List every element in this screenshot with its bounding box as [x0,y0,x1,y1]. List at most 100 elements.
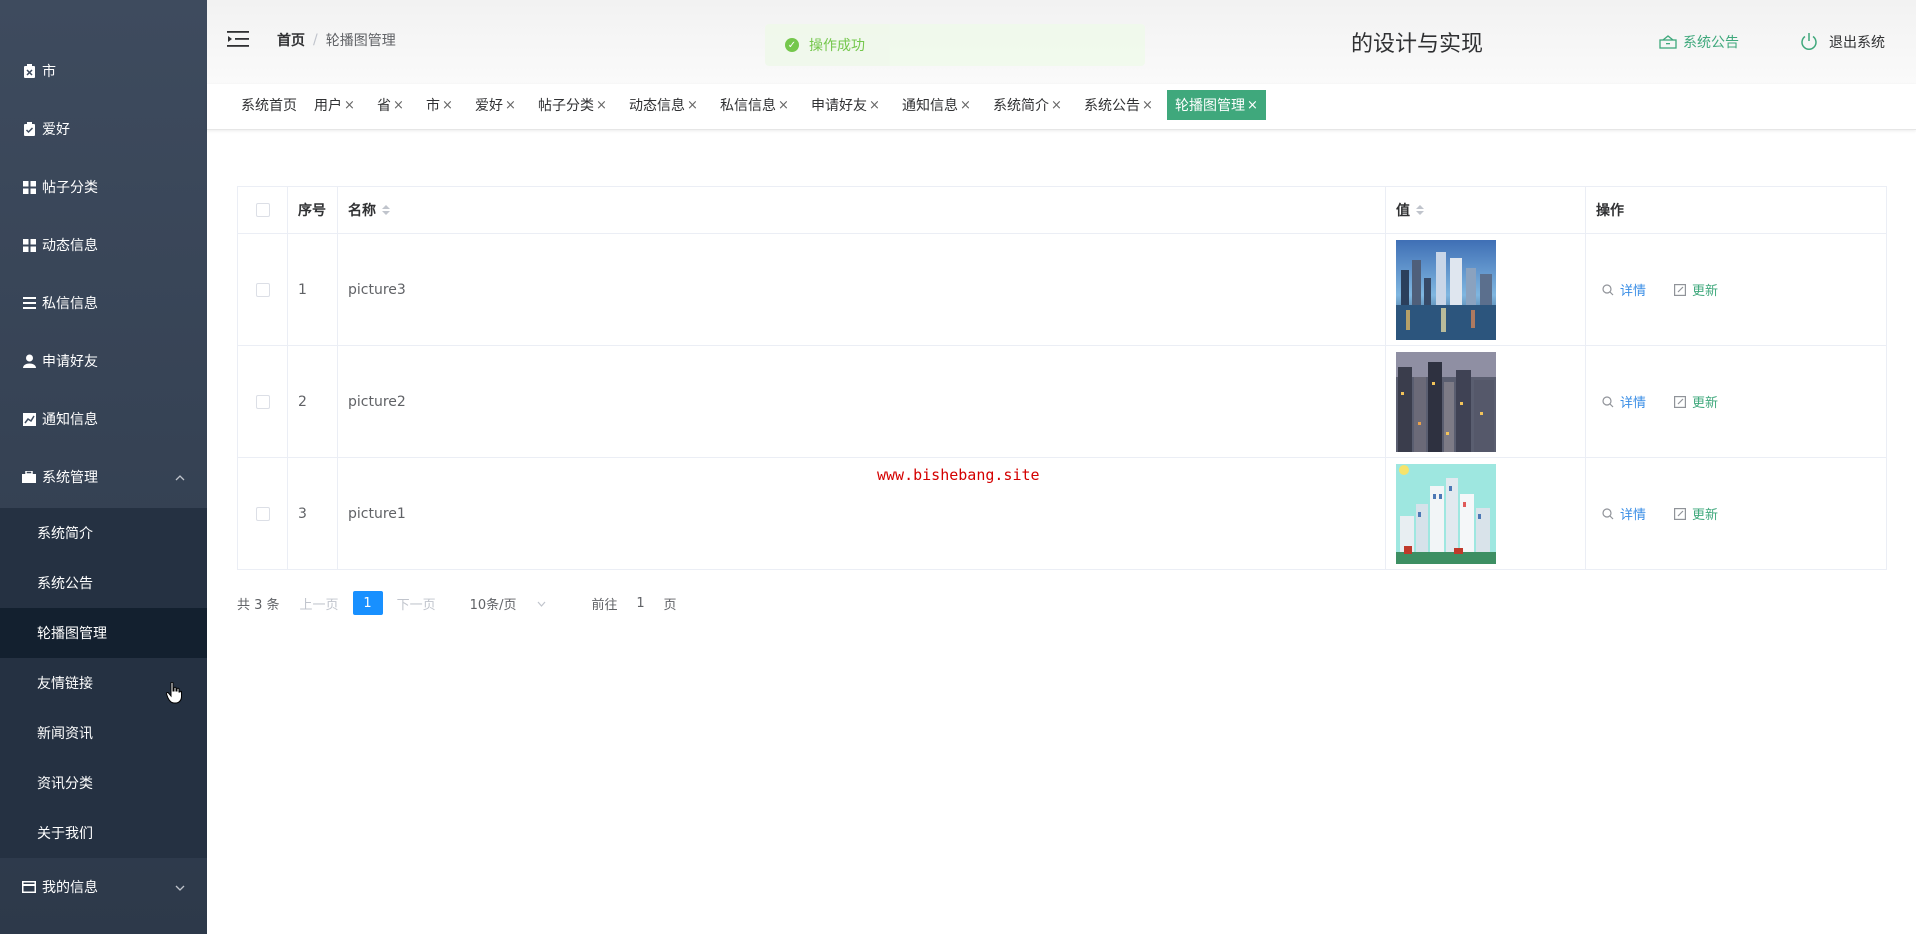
notice-icon [1659,35,1677,49]
check-circle-icon: ✓ [785,38,799,52]
sidebar-item-moments[interactable]: 动态信息 [0,216,207,274]
row-checkbox[interactable] [255,506,270,521]
close-icon[interactable]: × [1247,98,1258,113]
update-button[interactable]: 更新 [1674,504,1718,523]
sidebar-item-label: 市 [42,64,56,80]
carousel-thumbnail[interactable] [1396,351,1496,452]
sidebar-item-label: 我的信息 [42,880,98,896]
edit-icon [1674,507,1687,520]
sidebar-item-my-info[interactable]: 我的信息 [0,858,207,916]
update-button[interactable]: 更新 [1674,392,1718,411]
tag-hobby[interactable]: 爱好 × [471,90,520,120]
page-size-select[interactable]: 10条/页 [470,594,546,613]
next-page-button[interactable]: 下一页 [397,594,436,613]
success-toast: ✓ 操作成功 [765,24,1145,66]
select-all-checkbox[interactable] [255,203,270,217]
row-index: 2 [288,346,338,457]
tag-label: 爱好 [475,98,503,114]
close-icon[interactable]: × [960,98,971,113]
row-actions: 详情 更新 [1586,458,1888,569]
sidebar-item-label: 私信信息 [42,296,98,312]
close-icon[interactable]: × [1142,98,1153,113]
tag-system-notice[interactable]: 系统公告 × [1080,90,1157,120]
tag-private-messages[interactable]: 私信信息 × [716,90,793,120]
table-header: 序号 名称 值 操作 [238,187,1886,234]
row-value [1386,458,1586,569]
row-name: picture2 [338,346,1386,457]
sort-icon[interactable] [382,205,390,215]
row-checkbox[interactable] [255,394,270,409]
system-notice-link[interactable]: 系统公告 [1659,32,1739,52]
sidebar-item-city[interactable]: 市 [0,42,207,100]
submenu-item-system-notice[interactable]: 系统公告 [0,558,207,608]
grid-icon [22,238,36,252]
sidebar-item-private-messages[interactable]: 私信信息 [0,274,207,332]
tag-home[interactable]: 系统首页 [237,90,301,120]
system-notice-label: 系统公告 [1683,35,1739,51]
table-row: 1 picture3 详情 更新 [238,234,1886,346]
sort-icon[interactable] [1416,205,1424,215]
submenu-item-carousel-management[interactable]: 轮播图管理 [0,608,207,658]
detail-label: 详情 [1620,508,1647,523]
mouse-cursor-icon [165,681,182,708]
column-header-actions: 操作 [1596,203,1624,219]
detail-label: 详情 [1620,396,1647,411]
breadcrumb-home[interactable]: 首页 [277,30,305,50]
breadcrumb: 首页 / 轮播图管理 [277,30,396,50]
tag-label: 用户 [314,98,342,114]
tag-province[interactable]: 省 × [373,90,408,120]
close-icon[interactable]: × [778,98,789,113]
table-row: 2 picture2 详情 更新 [238,346,1886,458]
column-header-name[interactable]: 名称 [338,187,1386,233]
row-checkbox[interactable] [255,282,270,297]
close-icon[interactable]: × [442,98,453,113]
close-icon[interactable]: × [393,98,404,113]
tag-carousel-management[interactable]: 轮播图管理 × [1167,90,1266,120]
detail-button[interactable]: 详情 [1602,280,1646,299]
submenu-item-news[interactable]: 新闻资讯 [0,708,207,758]
tag-friend-request[interactable]: 申请好友 × [807,90,884,120]
sidebar-item-label: 动态信息 [42,238,98,254]
detail-button[interactable]: 详情 [1602,504,1646,523]
close-icon[interactable]: × [869,98,880,113]
briefcase-icon [22,470,36,484]
row-actions: 详情 更新 [1586,346,1888,457]
row-index: 1 [288,234,338,345]
close-icon[interactable]: × [1051,98,1062,113]
row-checkbox-cell [238,234,288,345]
menu-toggle-icon[interactable] [227,30,249,48]
tag-city[interactable]: 市 × [422,90,457,120]
tag-label: 轮播图管理 [1175,98,1245,114]
logout-button[interactable]: 退出系统 [1799,32,1885,52]
tag-post-category[interactable]: 帖子分类 × [534,90,611,120]
sidebar-item-friend-request[interactable]: 申请好友 [0,332,207,390]
clipboard-icon [22,64,36,78]
update-label: 更新 [1692,396,1719,411]
logout-label: 退出系统 [1829,35,1885,51]
update-button[interactable]: 更新 [1674,280,1718,299]
submenu-item-system-intro[interactable]: 系统简介 [0,508,207,558]
close-icon[interactable]: × [344,98,355,113]
close-icon[interactable]: × [596,98,607,113]
sidebar-item-hobby[interactable]: 爱好 [0,100,207,158]
prev-page-button[interactable]: 上一页 [300,594,339,613]
close-icon[interactable]: × [505,98,516,113]
carousel-thumbnail[interactable] [1396,239,1496,340]
tag-moments[interactable]: 动态信息 × [625,90,702,120]
sidebar-item-post-category[interactable]: 帖子分类 [0,158,207,216]
tag-notifications[interactable]: 通知信息 × [898,90,975,120]
submenu-item-about-us[interactable]: 关于我们 [0,808,207,858]
sidebar-item-notifications[interactable]: 通知信息 [0,390,207,448]
page-number-button[interactable]: 1 [352,591,383,615]
close-icon[interactable]: × [687,98,698,113]
tag-user[interactable]: 用户 × [310,90,359,120]
detail-button[interactable]: 详情 [1602,392,1646,411]
tag-system-intro[interactable]: 系统简介 × [989,90,1066,120]
row-checkbox-cell [238,458,288,569]
goto-page-input[interactable] [625,590,656,616]
submenu-item-news-category[interactable]: 资讯分类 [0,758,207,808]
page-size-value: 10条/页 [469,597,517,613]
sidebar-item-system-management[interactable]: 系统管理 [0,448,207,506]
carousel-thumbnail[interactable] [1396,463,1496,564]
column-header-value[interactable]: 值 [1386,187,1586,233]
